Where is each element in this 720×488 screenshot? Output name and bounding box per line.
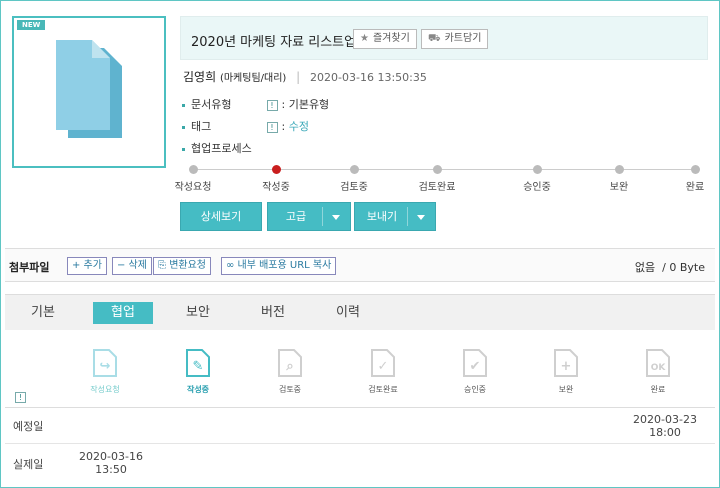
- approve-doc-icon: ✔: [463, 349, 487, 377]
- add-attachment-button[interactable]: + 추가: [67, 257, 107, 275]
- search-doc-icon: ⌕: [278, 349, 302, 377]
- attachment-status: 없음 / 0 Byte: [634, 261, 705, 274]
- attachment-bar: 첨부파일 + 추가 − 삭제 ⎘ 변환요청 ∞ 내부 배포용 URL 복사 없음…: [5, 248, 715, 282]
- info-icon[interactable]: !: [266, 121, 278, 133]
- document-thumbnail[interactable]: NEW: [12, 16, 166, 168]
- tab-3[interactable]: 보안: [168, 302, 228, 324]
- ok-doc-icon: OK: [646, 349, 670, 377]
- delete-attachment-button[interactable]: − 삭제: [112, 257, 152, 275]
- process-step-dot: [615, 165, 624, 174]
- process-step-label: 검토중: [340, 182, 368, 193]
- actual-date-value: 2020-03-16 13:50: [79, 450, 143, 476]
- workflow-step: ✔ 승인중: [445, 348, 505, 395]
- process-step-label: 완료: [685, 182, 705, 193]
- author-info: 김영희 (마케팅팀/대리) | 2020-03-16 13:50:35: [183, 70, 427, 84]
- workflow-step: ✓ 검토완료: [353, 348, 413, 395]
- workflow-steps: ! ↪ 작성요청 ✎ 작성중 ⌕ 검토중 ✓ 검토완료 ✔ 승인중 + 보완 OK 완료: [5, 330, 715, 408]
- author-name: 김영희: [183, 70, 217, 84]
- new-badge: NEW: [17, 20, 46, 30]
- tag-edit-link[interactable]: 수정: [289, 120, 309, 133]
- process-step-label: 승인중: [523, 182, 551, 193]
- info-icon[interactable]: !: [266, 99, 278, 111]
- workflow-step-label: 승인중: [463, 385, 487, 394]
- link-icon: ∞: [226, 260, 238, 271]
- workflow-step: ⌕ 검토중: [260, 348, 320, 395]
- check-doc-icon: ✓: [371, 349, 395, 377]
- process-step-dot: [189, 165, 198, 174]
- add-doc-icon: +: [554, 349, 578, 377]
- document-icon: [56, 40, 122, 138]
- process-label: 협업프로세스: [191, 142, 252, 155]
- workflow-step-label: 작성중: [186, 385, 210, 394]
- document-title: 2020년 마케팅 자료 리스트업: [191, 35, 357, 50]
- copy-url-button[interactable]: ∞ 내부 배포용 URL 복사: [221, 257, 337, 275]
- planned-date-row: 예정일 2020-03-23 18:00: [5, 408, 715, 444]
- convert-icon: ⎘: [158, 260, 170, 271]
- workflow-step: ✎ 작성중: [168, 348, 228, 395]
- process-row: 협업프로세스: [182, 140, 252, 156]
- workflow-step: + 보완: [536, 348, 596, 395]
- process-step-dot: [272, 165, 281, 174]
- tag-row: 태그 !: 수정: [182, 118, 309, 134]
- actual-date-row: 실제일 2020-03-16 13:50: [5, 444, 715, 484]
- process-step-dot: [533, 165, 542, 174]
- share-doc-icon: ↪: [93, 349, 117, 377]
- process-step-dot: [433, 165, 442, 174]
- process-step-label: 작성중: [262, 182, 290, 193]
- svg-text:↪: ↪: [100, 359, 111, 374]
- workflow-step-label: 검토중: [278, 385, 302, 394]
- advanced-button[interactable]: 고급: [267, 202, 351, 231]
- svg-text:+: +: [561, 359, 572, 374]
- workflow-step-label: 작성요청: [90, 385, 120, 394]
- send-button[interactable]: 보내기: [354, 202, 436, 231]
- process-step-label: 작성요청: [174, 182, 212, 193]
- doc-type-value: : 기본유형: [281, 98, 330, 111]
- process-step-label: 보완: [609, 182, 629, 193]
- favorite-button[interactable]: ★ 즐겨찾기: [353, 29, 417, 49]
- tab-1[interactable]: 기본: [13, 302, 73, 324]
- workflow-step-label: 검토완료: [368, 385, 398, 394]
- svg-text:OK: OK: [651, 363, 667, 373]
- process-step-dot: [350, 165, 359, 174]
- planned-label: 예정일: [13, 420, 44, 433]
- svg-text:⌕: ⌕: [285, 359, 293, 374]
- info-icon[interactable]: !: [15, 392, 26, 403]
- add-to-cart-button[interactable]: ⛟ 카트담기: [421, 29, 489, 49]
- process-step-dot: [691, 165, 700, 174]
- convert-request-button[interactable]: ⎘ 변환요청: [153, 257, 211, 275]
- detail-view-button[interactable]: 상세보기: [180, 202, 262, 231]
- created-date: 2020-03-16 13:50:35: [310, 71, 427, 84]
- svg-text:✎: ✎: [193, 359, 204, 374]
- tab-5[interactable]: 이력: [318, 302, 378, 324]
- workflow-step: OK 완료: [628, 348, 688, 395]
- tab-2[interactable]: 협업: [93, 302, 153, 324]
- doc-type-row: 문서유형 !: 기본유형: [182, 96, 329, 112]
- doc-type-label: 문서유형: [191, 98, 232, 111]
- workflow-step: ↪ 작성요청: [75, 348, 135, 395]
- author-dept: (마케팅팀/대리): [219, 73, 287, 84]
- process-step-label: 검토완료: [418, 182, 456, 193]
- workflow-step-label: 보완: [558, 385, 574, 394]
- tag-label: 태그: [191, 120, 212, 133]
- svg-text:✓: ✓: [378, 359, 389, 374]
- actual-label: 실제일: [13, 458, 44, 471]
- edit-doc-icon: ✎: [186, 349, 210, 377]
- svg-text:✔: ✔: [470, 359, 481, 374]
- cart-icon: ⛟: [428, 33, 441, 44]
- chevron-down-icon[interactable]: [417, 215, 425, 220]
- star-icon: ★: [360, 33, 369, 44]
- attachment-label: 첨부파일: [9, 261, 50, 274]
- planned-date-value: 2020-03-23 18:00: [633, 413, 697, 439]
- chevron-down-icon[interactable]: [332, 215, 340, 220]
- tab-4[interactable]: 버전: [243, 302, 303, 324]
- title-bar: 2020년 마케팅 자료 리스트업 ★ 즐겨찾기 ⛟ 카트담기: [180, 16, 708, 60]
- workflow-step-label: 완료: [650, 385, 666, 394]
- tab-bar: 기본 협업 보안 버전 이력: [5, 294, 715, 330]
